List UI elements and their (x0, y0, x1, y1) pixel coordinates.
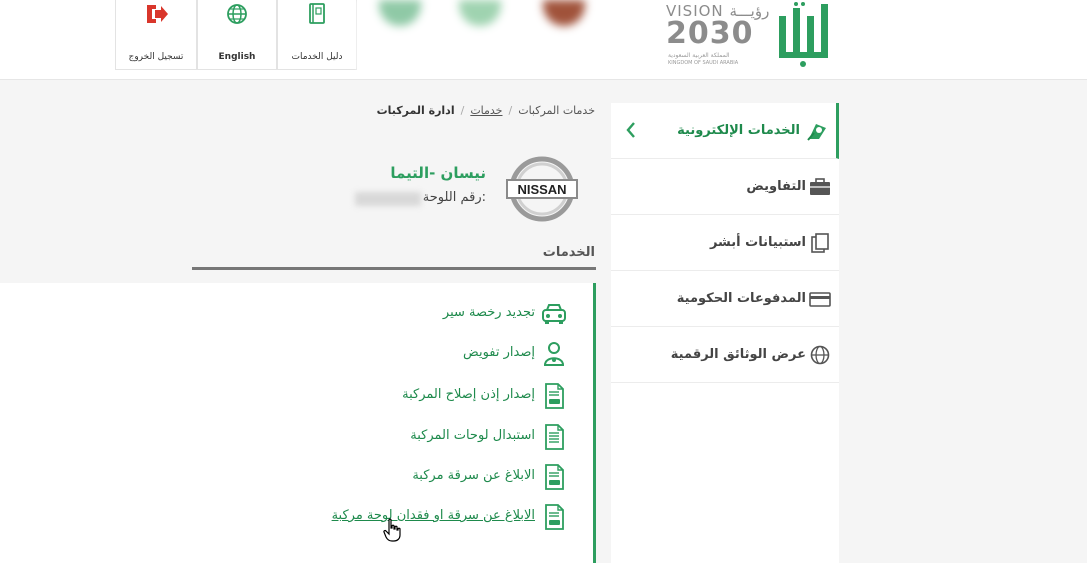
vehicle-name: نيسان -التيما (390, 164, 486, 182)
book-icon (309, 3, 325, 24)
briefcase-icon (810, 178, 830, 195)
service-renew-registration[interactable]: تجديد رخصة سير (193, 299, 593, 329)
sidebar-item-label: عرض الوثائق الرقمية (670, 347, 806, 362)
breadcrumb-item-services[interactable]: خدمات (470, 104, 502, 117)
service-label: الابلاغ عن سرقة مركبة (412, 468, 535, 483)
vision-2030-logo: VISION رؤيـــة 2030 المملكة العربية السع… (666, 0, 772, 72)
services-list: تجديد رخصة سير إصدار تفويض إصدار إذن إصل… (0, 283, 596, 563)
services-guide-button[interactable]: دليل الخدمات (277, 0, 357, 70)
service-repair-permit[interactable]: إصدار إذن إصلاح المركبة (193, 381, 593, 411)
plate-number-redacted (355, 192, 421, 206)
sidebar-item-label: المدفوعات الحكومية (676, 291, 806, 306)
vision-logo-subtitle-en: KINGDOM OF SAUDI ARABIA (668, 60, 739, 66)
vision-logo-subtitle-ar: المملكة العربية السعودية (668, 52, 730, 59)
english-button[interactable]: English (197, 0, 277, 70)
sidebar-item-surveys[interactable]: استبيانات أبشر (611, 215, 839, 271)
sidebar: الخدمات الإلكترونية التفاويض استبيانات أ… (611, 103, 839, 383)
breadcrumb: خدمات المركبات / خدمات / ادارة المركبات (377, 104, 595, 117)
service-replace-plates[interactable]: استبدال لوحات المركبة (193, 422, 593, 452)
english-label: English (218, 52, 256, 62)
sidebar-item-label: استبيانات أبشر (709, 235, 806, 250)
service-issue-delegation[interactable]: إصدار تفويض (193, 339, 593, 369)
breadcrumb-item-vehicle-services[interactable]: خدمات المركبات (518, 104, 595, 117)
document-icon (545, 504, 564, 530)
sidebar-item-e-services[interactable]: الخدمات الإلكترونية (611, 103, 839, 159)
blurred-header-area (357, 0, 617, 70)
sidebar-item-label: التفاويض (746, 179, 806, 194)
person-icon (543, 342, 565, 366)
document-icon (545, 464, 564, 490)
survey-icon (811, 233, 829, 253)
blurred-item (543, 0, 585, 26)
nissan-logo-text: NISSAN (517, 182, 566, 197)
service-label: الابلاغ عن سرقة او فقدان لوحة مركبة (331, 508, 535, 523)
sidebar-item-delegations[interactable]: التفاويض (611, 159, 839, 215)
breadcrumb-separator: / (460, 104, 465, 117)
services-guide-label: دليل الخدمات (291, 52, 343, 62)
logout-button[interactable]: تسجيل الخروج (115, 0, 197, 70)
card-icon (809, 292, 831, 307)
logout-label: تسجيل الخروج (128, 52, 184, 62)
sidebar-item-gov-payments[interactable]: المدفوعات الحكومية (611, 271, 839, 327)
service-label: تجديد رخصة سير (442, 305, 535, 320)
blurred-item (459, 0, 501, 26)
service-label: استبدال لوحات المركبة (410, 428, 535, 443)
globe-icon (227, 4, 247, 24)
logout-icon (147, 5, 168, 23)
services-divider (192, 267, 596, 270)
sidebar-item-label: الخدمات الإلكترونية (677, 123, 800, 138)
breadcrumb-item-current: ادارة المركبات (376, 104, 455, 117)
service-label: إصدار إذن إصلاح المركبة (402, 387, 535, 402)
sidebar-background (611, 383, 839, 563)
sidebar-item-digital-docs[interactable]: عرض الوثائق الرقمية (611, 327, 839, 383)
document-icon (545, 383, 564, 409)
document-icon (545, 424, 564, 450)
nissan-logo: NISSAN (506, 156, 578, 222)
vision-logo-year: 2030 (666, 16, 754, 51)
services-heading: الخدمات (542, 245, 595, 260)
plate-number-label: رقم اللوحة: (422, 190, 486, 205)
absher-logo (779, 2, 828, 67)
breadcrumb-separator: / (508, 104, 513, 117)
globe-icon (810, 345, 830, 365)
blurred-item (379, 0, 421, 26)
service-report-vehicle-theft[interactable]: الابلاغ عن سرقة مركبة (193, 462, 593, 492)
service-label: إصدار تفويض (463, 345, 535, 360)
top-header: تسجيل الخروج English دليل الخدمات VISION… (0, 0, 1087, 80)
e-services-icon (807, 124, 826, 141)
hand-cursor-icon (383, 518, 401, 542)
car-icon (542, 304, 566, 324)
chevron-left-icon[interactable] (625, 121, 637, 139)
